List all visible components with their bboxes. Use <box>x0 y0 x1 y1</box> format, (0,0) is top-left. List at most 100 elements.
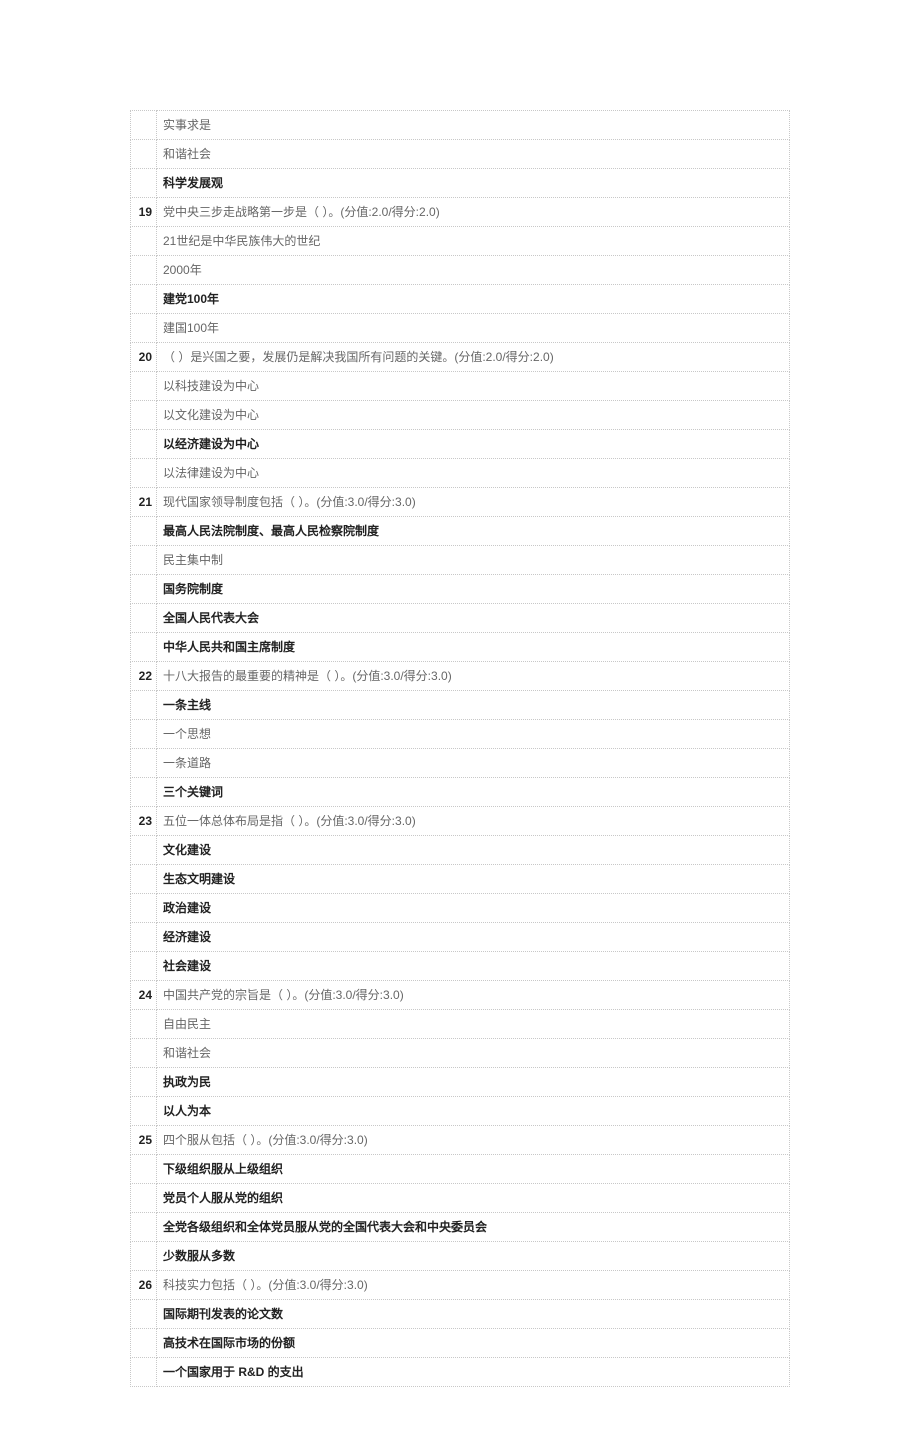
question-number <box>131 546 157 575</box>
cell-text: 一个思想 <box>163 727 211 741</box>
answer-option: 以人为本 <box>157 1097 790 1126</box>
question-number <box>131 1329 157 1358</box>
answer-option: 全国人民代表大会 <box>157 604 790 633</box>
question-number <box>131 256 157 285</box>
question-text: 中国共产党的宗旨是（ ）。(分值:3.0/得分:3.0) <box>157 981 790 1010</box>
table-row: 19党中央三步走战略第一步是（ ）。(分值:2.0/得分:2.0) <box>131 198 790 227</box>
question-number <box>131 459 157 488</box>
answer-option: 21世纪是中华民族伟大的世纪 <box>157 227 790 256</box>
question-number: 26 <box>131 1271 157 1300</box>
cell-text: 三个关键词 <box>163 785 223 799</box>
cell-text: 以文化建设为中心 <box>163 408 259 422</box>
answer-option: 民主集中制 <box>157 546 790 575</box>
question-text: 现代国家领导制度包括（ ）。(分值:3.0/得分:3.0) <box>157 488 790 517</box>
question-number <box>131 227 157 256</box>
cell-text: 国际期刊发表的论文数 <box>163 1307 283 1321</box>
table-row: 和谐社会 <box>131 140 790 169</box>
table-row: 以人为本 <box>131 1097 790 1126</box>
table-row: 最高人民法院制度、最高人民检察院制度 <box>131 517 790 546</box>
cell-text: 党员个人服从党的组织 <box>163 1191 283 1205</box>
answer-option: 全党各级组织和全体党员服从党的全国代表大会和中央委员会 <box>157 1213 790 1242</box>
cell-text: 21世纪是中华民族伟大的世纪 <box>163 234 320 248</box>
cell-text: 一条道路 <box>163 756 211 770</box>
answer-option: 高技术在国际市场的份额 <box>157 1329 790 1358</box>
table-row: 一条主线 <box>131 691 790 720</box>
cell-text: 以人为本 <box>163 1104 211 1118</box>
table-row: 政治建设 <box>131 894 790 923</box>
question-number <box>131 372 157 401</box>
question-text: 十八大报告的最重要的精神是（ ）。(分值:3.0/得分:3.0) <box>157 662 790 691</box>
answer-option: 以文化建设为中心 <box>157 401 790 430</box>
table-row: 社会建设 <box>131 952 790 981</box>
table-row: 国际期刊发表的论文数 <box>131 1300 790 1329</box>
cell-text: 中国共产党的宗旨是（ ）。(分值:3.0/得分:3.0) <box>163 988 404 1002</box>
answer-option: 一个国家用于 R&D 的支出 <box>157 1358 790 1387</box>
answer-option: 三个关键词 <box>157 778 790 807</box>
table-row: 一个国家用于 R&D 的支出 <box>131 1358 790 1387</box>
cell-text: 以法律建设为中心 <box>163 466 259 480</box>
cell-text: 社会建设 <box>163 959 211 973</box>
question-number <box>131 952 157 981</box>
table-row: 三个关键词 <box>131 778 790 807</box>
cell-text: 和谐社会 <box>163 1046 211 1060</box>
cell-text: 最高人民法院制度、最高人民检察院制度 <box>163 524 379 538</box>
table-row: 经济建设 <box>131 923 790 952</box>
answer-option: 实事求是 <box>157 111 790 140</box>
answer-option: 社会建设 <box>157 952 790 981</box>
answer-option: 2000年 <box>157 256 790 285</box>
cell-text: 实事求是 <box>163 118 211 132</box>
table-row: 和谐社会 <box>131 1039 790 1068</box>
cell-text: 全国人民代表大会 <box>163 611 259 625</box>
table-row: 民主集中制 <box>131 546 790 575</box>
answer-option: 自由民主 <box>157 1010 790 1039</box>
question-text: 五位一体总体布局是指（ ）。(分值:3.0/得分:3.0) <box>157 807 790 836</box>
question-number <box>131 575 157 604</box>
question-number <box>131 604 157 633</box>
cell-text: 民主集中制 <box>163 553 223 567</box>
cell-text: 四个服从包括（ ）。(分值:3.0/得分:3.0) <box>163 1133 368 1147</box>
table-row: 高技术在国际市场的份额 <box>131 1329 790 1358</box>
table-row: 执政为民 <box>131 1068 790 1097</box>
answer-option: 政治建设 <box>157 894 790 923</box>
answer-option: 生态文明建设 <box>157 865 790 894</box>
answer-option: 最高人民法院制度、最高人民检察院制度 <box>157 517 790 546</box>
question-number <box>131 1184 157 1213</box>
cell-text: 五位一体总体布局是指（ ）。(分值:3.0/得分:3.0) <box>163 814 416 828</box>
question-number <box>131 430 157 459</box>
question-number: 22 <box>131 662 157 691</box>
answer-option: 经济建设 <box>157 923 790 952</box>
document-page: 实事求是和谐社会科学发展观19党中央三步走战略第一步是（ ）。(分值:2.0/得… <box>0 0 920 1447</box>
table-row: 21世纪是中华民族伟大的世纪 <box>131 227 790 256</box>
question-number <box>131 1097 157 1126</box>
cell-text: 2000年 <box>163 263 202 277</box>
answer-option: 建国100年 <box>157 314 790 343</box>
cell-text: 自由民主 <box>163 1017 211 1031</box>
question-number <box>131 749 157 778</box>
cell-text: 党中央三步走战略第一步是（ ）。(分值:2.0/得分:2.0) <box>163 205 440 219</box>
cell-text: 科学发展观 <box>163 176 223 190</box>
cell-text: 生态文明建设 <box>163 872 235 886</box>
table-row: 全国人民代表大会 <box>131 604 790 633</box>
answer-option: 党员个人服从党的组织 <box>157 1184 790 1213</box>
table-row: 23 五位一体总体布局是指（ ）。(分值:3.0/得分:3.0) <box>131 807 790 836</box>
question-text: 科技实力包括（ ）。(分值:3.0/得分:3.0) <box>157 1271 790 1300</box>
cell-text: 以科技建设为中心 <box>163 379 259 393</box>
question-number <box>131 894 157 923</box>
question-number <box>131 1300 157 1329</box>
answer-option: 建党100年 <box>157 285 790 314</box>
cell-text: 现代国家领导制度包括（ ）。(分值:3.0/得分:3.0) <box>163 495 416 509</box>
table-row: 22十八大报告的最重要的精神是（ ）。(分值:3.0/得分:3.0) <box>131 662 790 691</box>
question-number <box>131 1358 157 1387</box>
question-number: 23 <box>131 807 157 836</box>
answer-option: 执政为民 <box>157 1068 790 1097</box>
question-number <box>131 111 157 140</box>
question-number <box>131 1213 157 1242</box>
answer-option: 下级组织服从上级组织 <box>157 1155 790 1184</box>
cell-text: 经济建设 <box>163 930 211 944</box>
question-number: 20 <box>131 343 157 372</box>
table-row: 少数服从多数 <box>131 1242 790 1271</box>
question-text: 四个服从包括（ ）。(分值:3.0/得分:3.0) <box>157 1126 790 1155</box>
cell-text: 文化建设 <box>163 843 211 857</box>
table-row: 自由民主 <box>131 1010 790 1039</box>
question-number: 21 <box>131 488 157 517</box>
